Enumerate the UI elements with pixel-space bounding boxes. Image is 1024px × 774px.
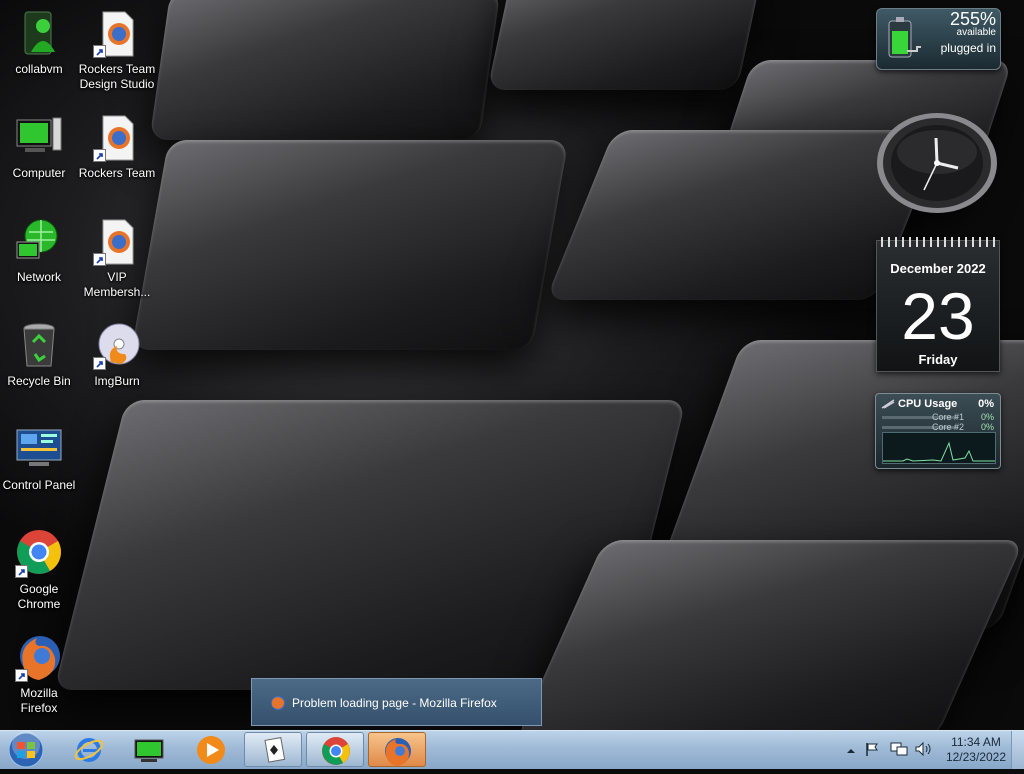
taskbar-media-player-button[interactable] <box>182 732 240 767</box>
firefox-document-icon <box>93 10 141 58</box>
desktop-icon-label: Rockers Team Design Studio <box>78 62 156 91</box>
taskbar-preview-popup[interactable]: Problem loading page - Mozilla Firefox <box>251 678 542 726</box>
firefox-icon <box>385 738 411 766</box>
calendar-month: December 2022 <box>890 261 986 276</box>
cpu-history-graph <box>882 432 996 464</box>
user-icon <box>15 10 63 58</box>
clock-gadget[interactable] <box>876 112 998 214</box>
action-center-flag-icon[interactable] <box>864 741 880 762</box>
network-status-icon[interactable] <box>890 741 908 762</box>
battery-icon <box>885 15 925 68</box>
calendar-weekday: Friday <box>918 352 958 367</box>
popup-window-title: Problem loading page - Mozilla Firefox <box>292 696 497 710</box>
computer-icon <box>15 114 63 162</box>
shortcut-arrow-icon <box>15 565 28 578</box>
cpu-value: 0% <box>978 398 994 410</box>
network-icon <box>15 218 63 266</box>
desktop-icon-google-chrome[interactable]: Google Chrome <box>0 530 78 612</box>
chrome-icon <box>15 530 63 578</box>
desktop-icon-vip-membership[interactable]: VIP Membersh... <box>78 218 156 300</box>
monitor-icon <box>134 739 164 762</box>
control-panel-icon <box>15 426 63 474</box>
taskbar-chrome-button[interactable] <box>306 732 364 767</box>
desktop-icon-label: Google Chrome <box>17 582 61 611</box>
analog-clock-icon <box>877 113 997 213</box>
taskbar-solitaire-button[interactable] <box>244 732 302 767</box>
firefox-document-icon <box>93 114 141 162</box>
core-2-label: Core #2 <box>931 422 964 432</box>
recycle-bin-icon <box>15 322 63 370</box>
cpu-title: CPU Usage <box>898 398 958 410</box>
cpu-meter-gadget[interactable]: CPU Usage 0% Core #1 0% Core #2 0% <box>875 393 1001 469</box>
shortcut-arrow-icon <box>93 149 106 162</box>
firefox-icon <box>15 634 63 682</box>
desktop-icon-network[interactable]: Network <box>0 218 78 285</box>
taskbar-firefox-button[interactable] <box>368 732 426 767</box>
taskbar: 11:34 AM 12/23/2022 <box>0 730 1024 769</box>
core-2-value: 0% <box>980 422 994 432</box>
taskbar-ie-button[interactable] <box>60 732 118 767</box>
desktop-icon-rockers-design-studio[interactable]: Rockers Team Design Studio <box>78 10 156 92</box>
firefox-icon <box>270 695 286 711</box>
desktop-icon-recycle-bin[interactable]: Recycle Bin <box>0 322 78 389</box>
start-button[interactable] <box>6 731 46 769</box>
calendar-day: 23 <box>901 279 975 353</box>
playing-card-icon <box>264 737 286 763</box>
battery-available-label: available <box>956 27 996 38</box>
chrome-icon <box>322 737 350 765</box>
desktop-icon-rockers-team[interactable]: Rockers Team <box>78 114 156 181</box>
shortcut-arrow-icon <box>93 45 106 58</box>
show-desktop-button[interactable] <box>1011 731 1024 769</box>
desktop-icon-control-panel[interactable]: Control Panel <box>0 426 78 493</box>
desktop-icon-label: Mozilla Firefox <box>20 686 58 715</box>
desktop-icon-label: VIP Membersh... <box>83 270 151 299</box>
desktop-icon-label: Network <box>16 270 61 284</box>
system-tray: 11:34 AM 12/23/2022 <box>840 731 1024 769</box>
taskbar-collabvm-button[interactable] <box>120 732 178 767</box>
volume-icon[interactable] <box>914 741 932 762</box>
desktop-icon-label: Rockers Team <box>78 166 156 180</box>
desktop-icon-imgburn[interactable]: ImgBurn <box>78 322 156 389</box>
taskbar-date: 12/23/2022 <box>945 750 1006 764</box>
show-hidden-icons-icon[interactable] <box>846 743 856 761</box>
desktop-icon-label: collabvm <box>15 62 63 76</box>
windows-orb-icon <box>8 731 44 768</box>
battery-status: plugged in <box>940 41 996 55</box>
internet-explorer-icon <box>74 738 104 762</box>
desktop-icon-label: ImgBurn <box>94 374 140 388</box>
taskbar-clock[interactable]: 11:34 AM 12/23/2022 <box>946 735 1006 765</box>
desktop-icon-label: Control Panel <box>2 478 76 492</box>
core-1-value: 0% <box>980 412 994 422</box>
imgburn-disc-icon <box>93 322 141 370</box>
desktop-icon-computer[interactable]: Computer <box>0 114 78 181</box>
meter-icon <box>881 399 895 412</box>
media-player-icon <box>197 736 225 764</box>
shortcut-arrow-icon <box>15 669 28 682</box>
desktop-icon-label: Computer <box>12 166 66 180</box>
taskbar-time: 11:34 AM <box>951 735 1001 749</box>
battery-gadget[interactable]: 255% available plugged in <box>876 8 1001 70</box>
firefox-document-icon <box>93 218 141 266</box>
shortcut-arrow-icon <box>93 357 106 370</box>
calendar-binding <box>881 237 995 247</box>
desktop-icon-collabvm[interactable]: collabvm <box>0 10 78 77</box>
desktop-icon-mozilla-firefox[interactable]: Mozilla Firefox <box>0 634 78 716</box>
desktop-icon-label: Recycle Bin <box>7 374 71 388</box>
shortcut-arrow-icon <box>93 253 106 266</box>
calendar-gadget[interactable]: December 2022 23 Friday <box>876 237 1000 372</box>
core-1-label: Core #1 <box>931 412 964 422</box>
